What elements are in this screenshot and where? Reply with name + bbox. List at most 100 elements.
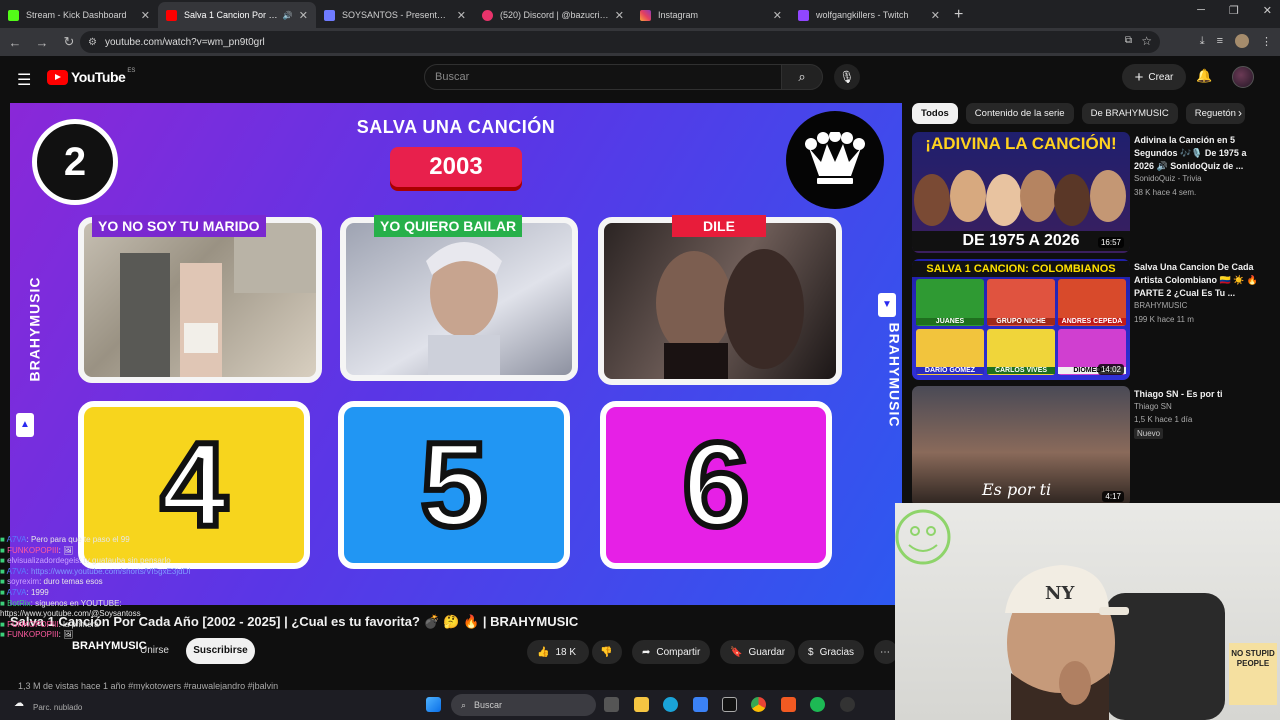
taskbar-search[interactable]: ⌕ Buscar — [451, 694, 596, 716]
tab-kick-dashboard[interactable]: Stream - Kick Dashboard ✕ — [0, 2, 158, 28]
song-card-3[interactable] — [598, 217, 842, 385]
thumbnail[interactable]: ¡ADIVINA LA CANCIÓN! DE 1975 A 2026 16:5… — [912, 132, 1130, 253]
tab-title: SOYSANTOS - Presentación — [342, 10, 451, 20]
round-number: 2 — [32, 119, 118, 205]
save-button[interactable]: 🔖 Guardar — [720, 640, 796, 664]
weather-text[interactable]: Parc. nublado — [33, 703, 82, 712]
spotify-icon[interactable] — [810, 697, 825, 712]
new-tab-button[interactable]: + — [948, 6, 973, 28]
close-tab-icon[interactable]: ✕ — [773, 9, 782, 22]
youtube-logo[interactable]: YouTube ES — [47, 68, 135, 85]
windows-start-icon[interactable] — [426, 697, 441, 712]
task-view-icon[interactable] — [604, 697, 619, 712]
chat-badge-icon: ■ — [0, 556, 8, 566]
forward-icon[interactable]: → — [30, 35, 54, 50]
dislike-button[interactable]: 👎 — [592, 640, 622, 664]
thanks-button[interactable]: $ Gracias — [798, 640, 865, 664]
tab-title: Instagram — [658, 10, 699, 20]
address-bar[interactable]: ⚙ youtube.com/watch?v=wm_pn9t0grl ⧉ ☆ — [80, 31, 1160, 53]
chip-channel[interactable]: De BRAHYMUSIC — [1081, 103, 1178, 124]
download-icon[interactable]: ⤓ — [1200, 35, 1205, 48]
browser-menu-icon[interactable]: ⋮ — [1261, 35, 1272, 48]
twitch-icon — [798, 9, 809, 21]
close-tab-icon[interactable]: ✕ — [931, 9, 940, 22]
install-app-icon[interactable]: ⧉ — [1125, 35, 1132, 46]
kick-icon — [8, 9, 19, 21]
guide-menu-icon[interactable]: ☰ — [17, 70, 31, 90]
recommendation-item[interactable]: SALVA 1 CANCION: COLOMBIANOS JUANES GRUP… — [912, 259, 1272, 381]
close-tab-icon[interactable]: ✕ — [141, 9, 150, 22]
chat-user: A7VA — [6, 535, 27, 544]
tab-soysantos[interactable]: SOYSANTOS - Presentación ✕ — [316, 2, 474, 28]
account-avatar[interactable] — [1232, 66, 1254, 88]
tab-instagram[interactable]: Instagram ✕ — [632, 2, 790, 28]
like-button[interactable]: 👍 18 K — [527, 640, 589, 664]
url-text[interactable]: youtube.com/watch?v=wm_pn9t0grl — [105, 37, 265, 48]
restore-icon[interactable]: ❐ — [1229, 4, 1239, 17]
tab-youtube-video[interactable]: Salva 1 Cancion Por Cada A🔊 ✕ — [158, 2, 316, 28]
reload-icon[interactable]: ↻ — [57, 34, 81, 50]
chip-series[interactable]: Contenido de la serie — [965, 103, 1074, 124]
media-control-icon[interactable]: ≡ — [1217, 35, 1223, 47]
recommendation-item[interactable]: Es por ti 4:17 Thiago SN - Es por ti Thi… — [912, 386, 1272, 508]
thumbnail[interactable]: Es por ti 4:17 — [912, 386, 1130, 507]
chat-text: : 🖼 — [58, 545, 74, 555]
file-explorer-icon[interactable] — [634, 697, 649, 712]
number-card-6[interactable]: 6 — [600, 401, 832, 569]
close-tab-icon[interactable]: ✕ — [299, 9, 308, 22]
recommendation-item[interactable]: ¡ADIVINA LA CANCIÓN! DE 1975 A 2026 16:5… — [912, 132, 1272, 254]
close-window-icon[interactable]: ✕ — [1263, 4, 1272, 17]
thumbs-down-icon: 👎 — [600, 646, 613, 658]
join-button[interactable]: Unirse — [140, 645, 169, 656]
close-tab-icon[interactable]: ✕ — [615, 9, 624, 22]
search-input[interactable]: Buscar — [424, 64, 782, 90]
share-button[interactable]: ➦ Compartir — [632, 640, 711, 664]
yahoo-icon[interactable] — [722, 697, 737, 712]
channel-name[interactable]: BRAHYMUSIC — [72, 640, 147, 652]
song-card-1[interactable] — [78, 217, 322, 383]
artist-name: JUANES — [916, 317, 984, 325]
voice-search-button[interactable]: 🎙 — [834, 64, 860, 90]
song-card-2[interactable] — [340, 217, 578, 381]
taskbar-search-label: Buscar — [474, 700, 503, 710]
artist-grid: JUANES GRUPO NICHE ANDRES CEPEDA DARIO G… — [916, 279, 1126, 375]
number-card-5[interactable]: 5 — [338, 401, 570, 569]
subscribe-button[interactable]: Suscribirse — [186, 638, 255, 664]
chat-message: ■ BotRix: síguenos en YOUTUBE: https://w… — [0, 599, 230, 620]
speaker-icon[interactable]: 🔊 — [283, 11, 293, 20]
tab-discord[interactable]: (520) Discord | @bazucristo1 ✕ — [474, 2, 632, 28]
chip-reggaeton[interactable]: Reguetón — [1185, 103, 1245, 124]
window-controls: ─ ❐ ✕ — [1197, 4, 1272, 17]
recommendation-channel: SonidoQuiz - Trivia — [1134, 174, 1202, 183]
back-icon[interactable]: ← — [3, 35, 27, 50]
store-icon[interactable] — [693, 697, 708, 712]
brave-icon[interactable] — [781, 697, 796, 712]
obs-icon[interactable] — [840, 697, 855, 712]
edge-icon[interactable] — [663, 697, 678, 712]
chat-badge-icon: ■ — [0, 535, 7, 544]
tab-twitch[interactable]: wolfgangkillers - Twitch ✕ — [790, 2, 948, 28]
bookmark-star-icon[interactable]: ☆ — [1141, 34, 1152, 48]
chat-link[interactable]: : https://www.youtube.com/shorts/VI5gxE3… — [27, 567, 191, 576]
search-button[interactable]: ⌕ — [781, 64, 823, 90]
chevron-right-icon[interactable]: › — [1238, 106, 1242, 120]
site-info-icon[interactable]: ⚙ — [88, 37, 97, 48]
thumbnail[interactable]: SALVA 1 CANCION: COLOMBIANOS JUANES GRUP… — [912, 259, 1130, 380]
arrow-up-icon: ▲ — [16, 413, 34, 437]
chrome-icon[interactable] — [751, 697, 766, 712]
watermark-left: BRAHYMUSIC — [26, 276, 43, 382]
video-duration: 14:02 — [1097, 364, 1124, 375]
artist-name: GRUPO NICHE — [987, 317, 1055, 325]
close-tab-icon[interactable]: ✕ — [457, 9, 466, 22]
minimize-icon[interactable]: ─ — [1197, 4, 1205, 17]
chat-message: ■ elvisualizadordegeis: tv guatauba sin … — [0, 556, 230, 567]
chat-message: ■ FUNKOPOPIII: la primera — [0, 620, 230, 631]
profile-avatar[interactable] — [1235, 34, 1249, 48]
create-button[interactable]: + Crear — [1122, 64, 1186, 90]
share-label: Compartir — [656, 646, 701, 658]
video-player[interactable]: SALVA UNA CANCIÓN 2003 2 YO NO SOY TU MA… — [10, 103, 902, 605]
browser-toolbar: ← → ↻ ⚙ youtube.com/watch?v=wm_pn9t0grl … — [0, 28, 1280, 56]
chip-all[interactable]: Todos — [912, 103, 958, 124]
notifications-bell-icon[interactable]: 🔔 — [1196, 68, 1212, 84]
plus-icon: + — [1134, 68, 1144, 86]
